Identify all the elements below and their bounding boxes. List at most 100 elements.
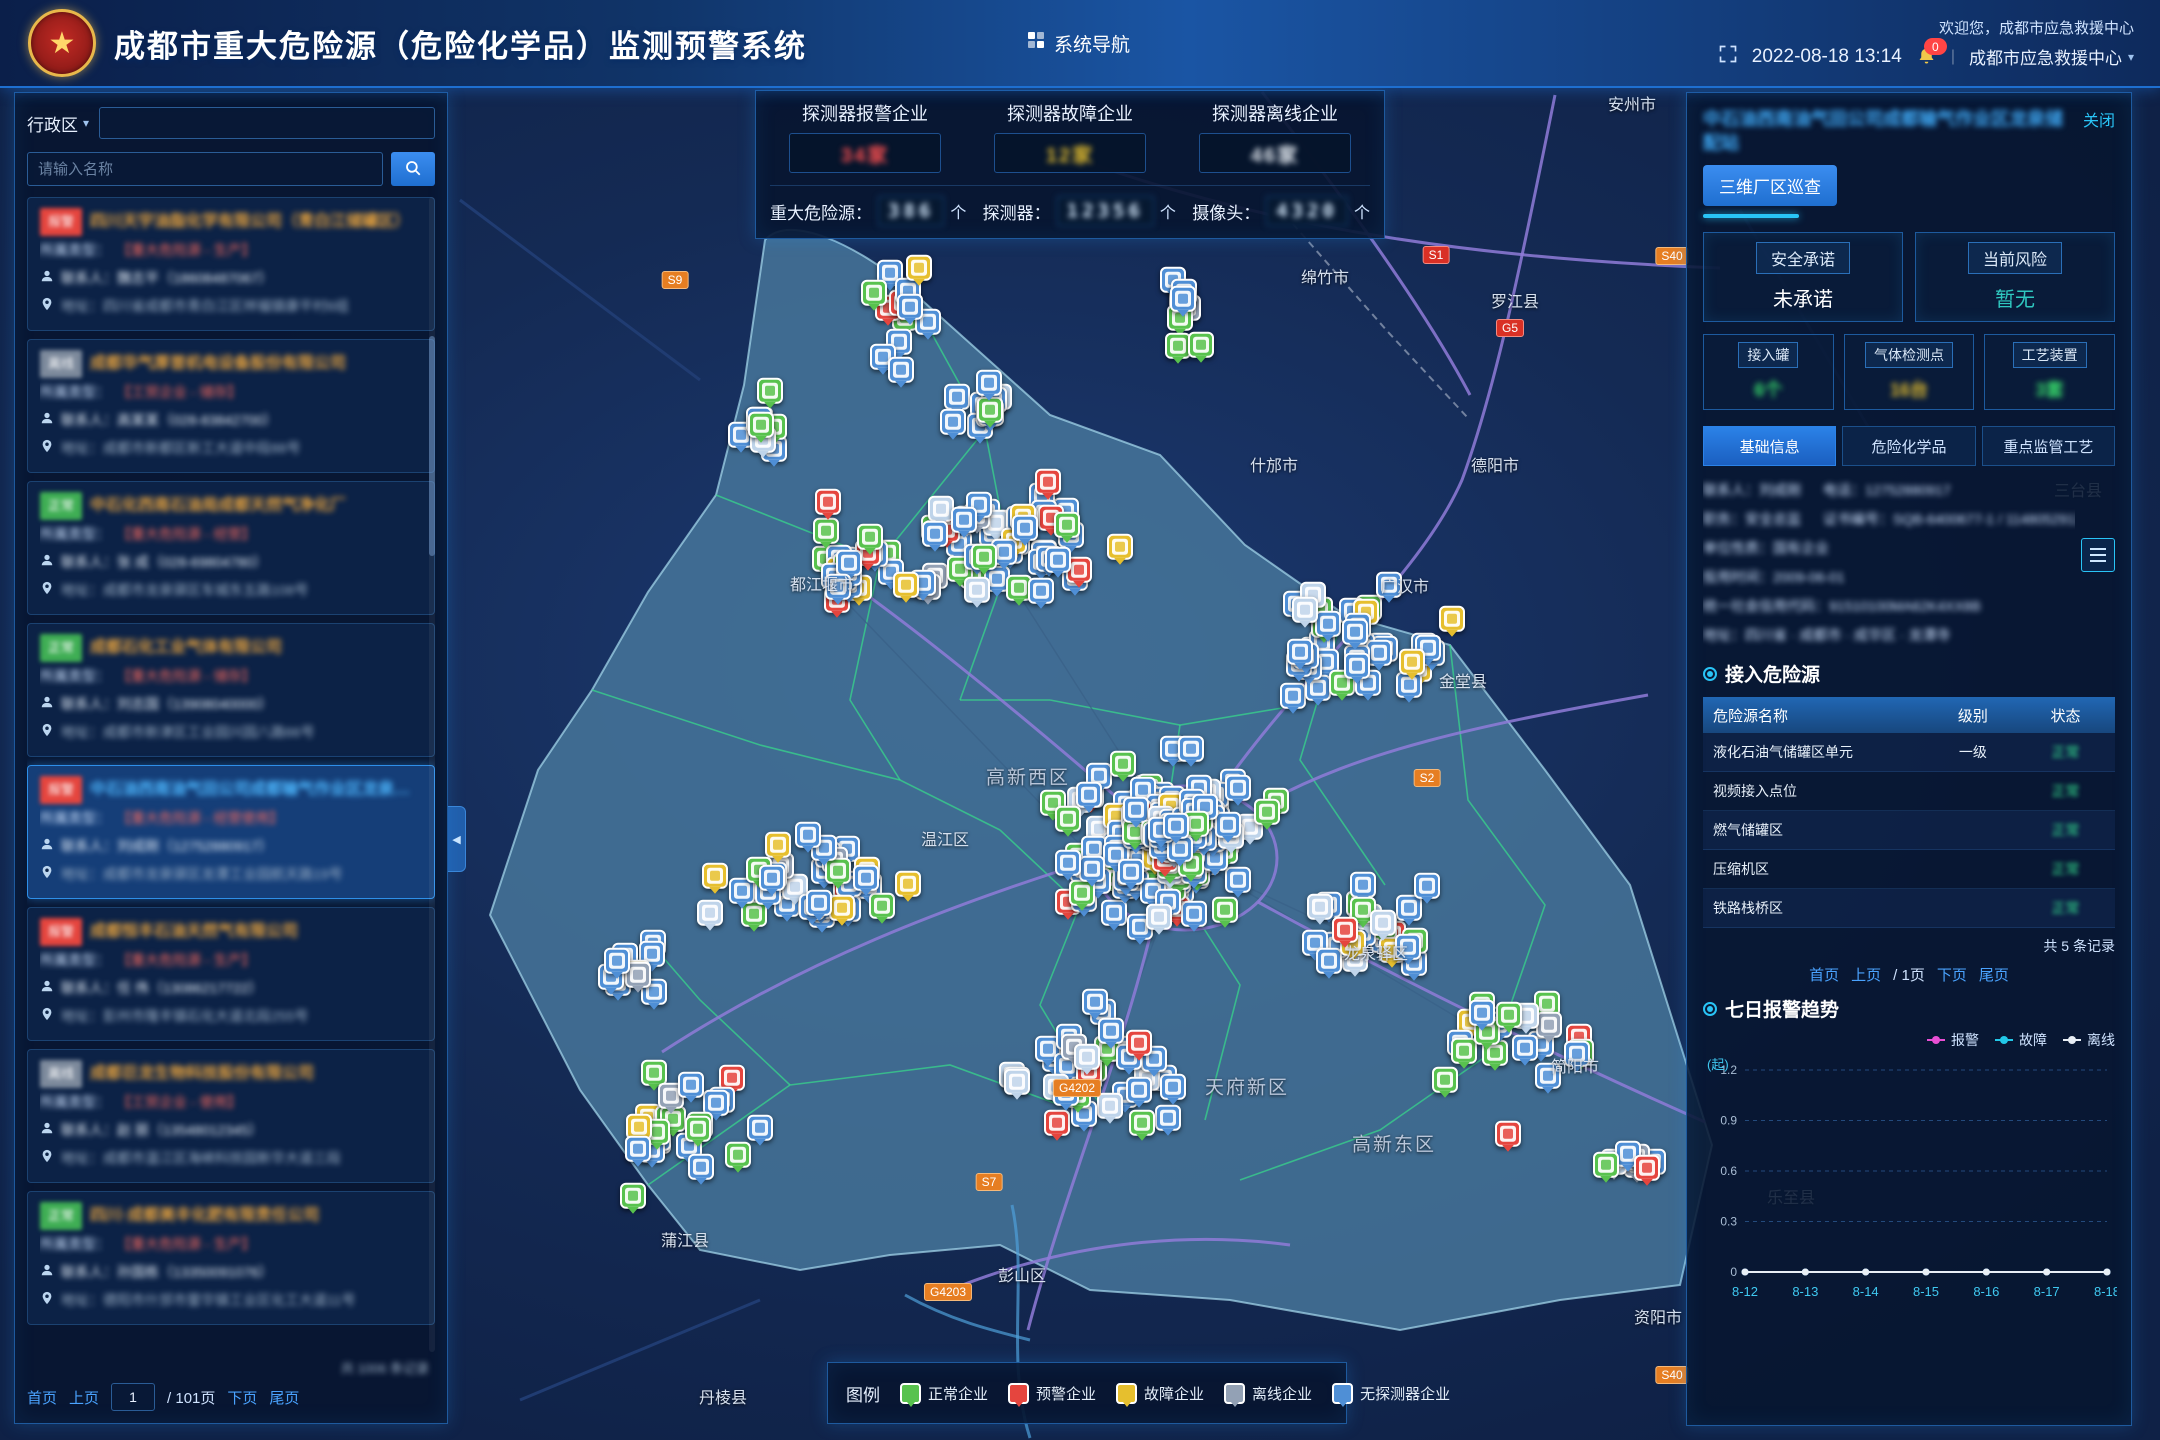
- list-scrollbar[interactable]: [429, 197, 435, 1352]
- map-marker-pin[interactable]: [1123, 796, 1149, 822]
- trend-legend-item[interactable]: 报警: [1927, 1030, 1979, 1050]
- map-marker-pin[interactable]: [1082, 988, 1108, 1014]
- map-marker-pin[interactable]: [1396, 895, 1422, 921]
- scrollbar-thumb[interactable]: [429, 336, 435, 556]
- hazard-row[interactable]: 视频接入点位正常: [1703, 772, 2115, 811]
- map-marker-pin[interactable]: [836, 550, 862, 576]
- pagination-last[interactable]: 尾页: [1979, 964, 2009, 985]
- map-marker-pin[interactable]: [1163, 813, 1189, 839]
- map-marker-pin[interactable]: [678, 1071, 704, 1097]
- map-marker-pin[interactable]: [1188, 332, 1214, 358]
- map-marker-pin[interactable]: [1129, 1110, 1155, 1136]
- map-marker-pin[interactable]: [1344, 652, 1370, 678]
- company-card[interactable]: 报警成都恒丰石油天然气有限公司所属类型：【重大危险源 - 生产】联系人：任 伟（…: [27, 907, 435, 1041]
- map-marker-pin[interactable]: [976, 370, 1002, 396]
- map-marker-pin[interactable]: [971, 544, 997, 570]
- map-marker-pin[interactable]: [869, 893, 895, 919]
- map-marker-pin[interactable]: [893, 572, 919, 598]
- pagination-page-input[interactable]: [111, 1383, 155, 1411]
- map-marker-pin[interactable]: [922, 521, 948, 547]
- pagination-next[interactable]: 下页: [227, 1387, 257, 1408]
- map-marker-pin[interactable]: [1593, 1152, 1619, 1178]
- map-marker-pin[interactable]: [829, 894, 855, 920]
- map-marker-pin[interactable]: [1055, 850, 1081, 876]
- map-marker-pin[interactable]: [697, 900, 723, 926]
- map-marker-pin[interactable]: [940, 409, 966, 435]
- map-marker-pin[interactable]: [944, 384, 970, 410]
- district-filter-dropdown[interactable]: 行政区 ▾: [27, 111, 89, 136]
- map-marker-pin[interactable]: [1315, 610, 1341, 636]
- map-marker-pin[interactable]: [641, 1060, 667, 1086]
- map-marker-pin[interactable]: [1564, 1041, 1590, 1067]
- map-marker-pin[interactable]: [702, 863, 728, 889]
- map-marker-pin[interactable]: [1469, 1000, 1495, 1026]
- map-marker-pin[interactable]: [1307, 894, 1333, 920]
- map-marker-pin[interactable]: [1181, 901, 1207, 927]
- map-marker-pin[interactable]: [1076, 781, 1102, 807]
- trend-legend-item[interactable]: 故障: [1995, 1030, 2047, 1050]
- tab-key-processes[interactable]: 重点监管工艺: [1982, 426, 2115, 466]
- map-marker-pin[interactable]: [1332, 917, 1358, 943]
- map-marker-pin[interactable]: [748, 411, 774, 437]
- map-marker-pin[interactable]: [747, 1115, 773, 1141]
- company-card[interactable]: 离线成都华气厚普机电设备股份有限公司所属类型：【工贸企业 - 储存】联系人：高某…: [27, 339, 435, 473]
- company-card[interactable]: 报警中石油西南油气田公司成都输气作业区龙泉储配站所属类型：【重大危险源 - 经营…: [27, 765, 435, 899]
- map-marker-pin[interactable]: [1004, 1069, 1030, 1095]
- map-marker-pin[interactable]: [1170, 286, 1196, 312]
- map-marker-pin[interactable]: [1178, 736, 1204, 762]
- map-marker-pin[interactable]: [1097, 1092, 1123, 1118]
- map-marker-pin[interactable]: [1287, 639, 1313, 665]
- detail-expand-button[interactable]: [2081, 538, 2115, 572]
- map-marker-pin[interactable]: [1035, 469, 1061, 495]
- company-card[interactable]: 正常成都石化工业气体有限公司所属类型：【重大危险源 - 储存】联系人：刘志国（1…: [27, 623, 435, 757]
- map-marker-pin[interactable]: [1118, 859, 1144, 885]
- map-marker-pin[interactable]: [1053, 1080, 1079, 1106]
- map-marker-pin[interactable]: [1098, 1018, 1124, 1044]
- map-marker-pin[interactable]: [951, 507, 977, 533]
- map-marker-pin[interactable]: [1414, 872, 1440, 898]
- map-marker-pin[interactable]: [1254, 799, 1280, 825]
- hazard-row[interactable]: 铁路栈桥区正常: [1703, 889, 2115, 928]
- company-card[interactable]: 报警四川天宇油脂化学有限公司（青白江储罐区）所属类型：【重大危险源 - 生产】联…: [27, 197, 435, 331]
- map-marker-pin[interactable]: [604, 947, 630, 973]
- pagination-last[interactable]: 尾页: [269, 1387, 299, 1408]
- notification-bell-icon[interactable]: 0: [1916, 46, 1937, 67]
- map-marker-pin[interactable]: [688, 1154, 714, 1180]
- company-card[interactable]: 正常中石化西南石油局成都天然气净化厂所属类型：【重大危险源 - 经营】联系人：张…: [27, 481, 435, 615]
- map-marker-pin[interactable]: [1012, 515, 1038, 541]
- map-marker-pin[interactable]: [1535, 1062, 1561, 1088]
- map-marker-pin[interactable]: [1225, 775, 1251, 801]
- map-marker-pin[interactable]: [861, 279, 887, 305]
- map-marker-pin[interactable]: [928, 496, 954, 522]
- hazard-row[interactable]: 液化石油气储罐区单元一级正常: [1703, 733, 2115, 772]
- district-filter-input[interactable]: [99, 107, 435, 139]
- map-marker-pin[interactable]: [1110, 751, 1136, 777]
- map-marker-pin[interactable]: [1370, 909, 1396, 935]
- map-marker-pin[interactable]: [1146, 904, 1172, 930]
- map-marker-pin[interactable]: [1495, 1121, 1521, 1147]
- hazard-row[interactable]: 燃气储罐区正常: [1703, 811, 2115, 850]
- map-marker-pin[interactable]: [888, 357, 914, 383]
- map-marker-pin[interactable]: [1395, 934, 1421, 960]
- company-card[interactable]: 正常四川·成都美丰化肥有限责任公司所属类型：【重大危险源 - 生产】联系人：孙国…: [27, 1191, 435, 1325]
- trend-legend-item[interactable]: 离线: [2063, 1030, 2115, 1050]
- company-card[interactable]: 离线成都巨龙生物科技股份有限公司所属类型：【工贸企业 - 使用】联系人：赵 丽（…: [27, 1049, 435, 1183]
- map-marker-pin[interactable]: [853, 865, 879, 891]
- map-marker-pin[interactable]: [1215, 812, 1241, 838]
- tab-basic-info[interactable]: 基础信息: [1703, 426, 1836, 466]
- map-marker-pin[interactable]: [1432, 1067, 1458, 1093]
- map-marker-pin[interactable]: [906, 254, 932, 280]
- pagination-first[interactable]: 首页: [1809, 964, 1839, 985]
- map-marker-pin[interactable]: [725, 1142, 751, 1168]
- map-marker-pin[interactable]: [1074, 1044, 1100, 1070]
- search-button[interactable]: [391, 152, 435, 186]
- map-marker-pin[interactable]: [1292, 597, 1318, 623]
- map-marker-pin[interactable]: [1028, 578, 1054, 604]
- map-marker-pin[interactable]: [1536, 1011, 1562, 1037]
- company-search-input[interactable]: [27, 152, 383, 186]
- map-marker-pin[interactable]: [757, 378, 783, 404]
- map-marker-pin[interactable]: [857, 523, 883, 549]
- pagination-next[interactable]: 下页: [1937, 964, 1967, 985]
- map-marker-pin[interactable]: [1376, 571, 1402, 597]
- pagination-prev[interactable]: 上页: [1851, 964, 1881, 985]
